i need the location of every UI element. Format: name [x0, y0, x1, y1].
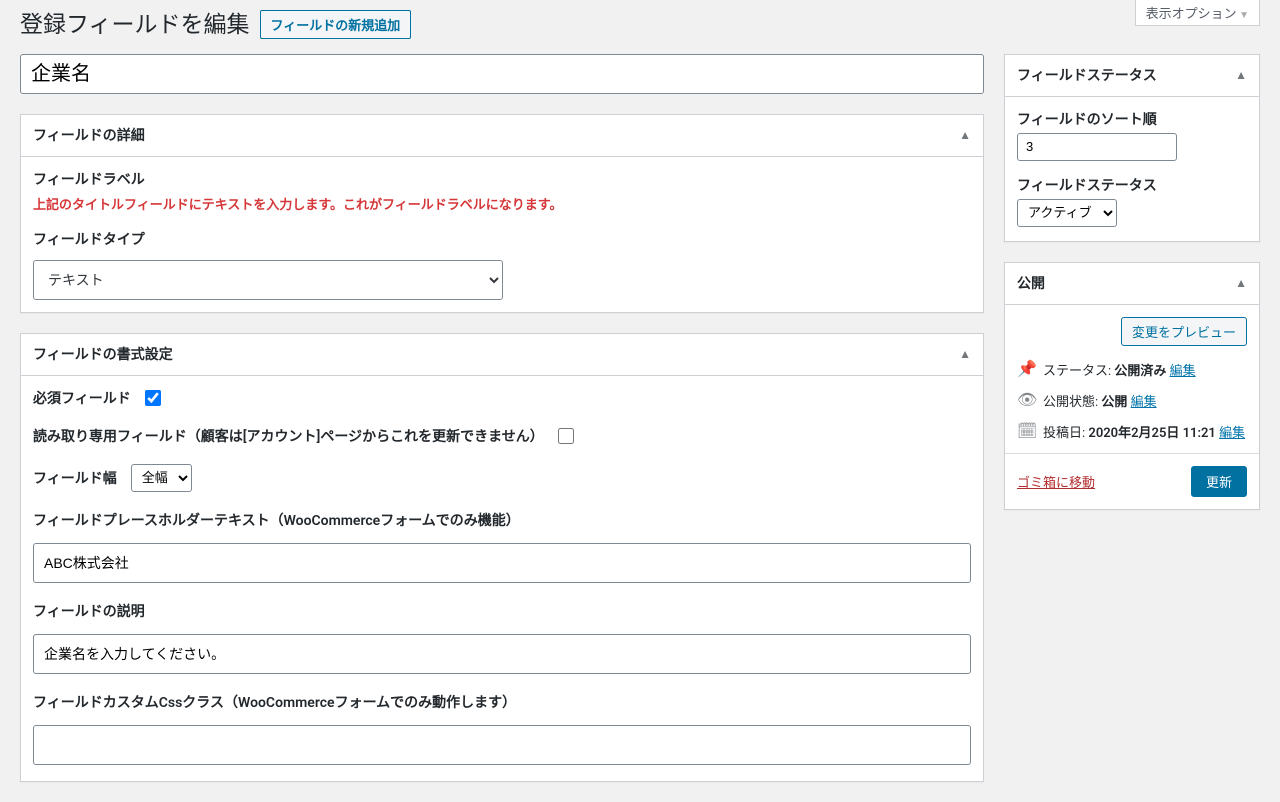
pin-icon: 📌: [1017, 361, 1035, 377]
edit-date-link[interactable]: 編集: [1219, 426, 1245, 441]
panel-field-status-heading: フィールドステータス: [1017, 65, 1157, 85]
panel-field-status: フィールドステータス ▲ フィールドのソート順 フィールドステータス アクティブ: [1004, 54, 1260, 242]
field-status-label: フィールドステータス: [1017, 175, 1247, 195]
edit-visibility-link[interactable]: 編集: [1131, 395, 1157, 410]
update-button[interactable]: 更新: [1191, 466, 1247, 497]
publish-status-value: 公開済み: [1114, 364, 1166, 379]
field-type-label: フィールドタイプ: [33, 229, 971, 249]
publish-date-value: 2020年2月25日 11:21: [1088, 426, 1215, 441]
publish-date-label: 投稿日:: [1043, 426, 1085, 441]
field-width-label: フィールド幅: [33, 468, 117, 488]
panel-field-details: フィールドの詳細 ▲ フィールドラベル 上記のタイトルフィールドにテキストを入力…: [20, 114, 984, 313]
field-status-select[interactable]: アクティブ: [1017, 199, 1117, 227]
screen-options-toggle[interactable]: 表示オプション: [1135, 0, 1260, 26]
panel-field-format: フィールドの書式設定 ▲ 必須フィールド 読み取り専用フィールド（顧客は[アカウ…: [20, 333, 984, 782]
placeholder-label: フィールドプレースホルダーテキスト（WooCommerceフォームでのみ機能）: [33, 510, 971, 530]
eye-icon: 👁: [1017, 392, 1035, 408]
css-class-label: フィールドカスタムCssクラス（WooCommerceフォームでのみ動作します）: [33, 692, 971, 712]
add-new-field-button[interactable]: フィールドの新規追加: [260, 10, 412, 39]
readonly-field-checkbox[interactable]: [558, 428, 574, 444]
page-title: 登録フィールドを編集: [20, 10, 250, 40]
preview-changes-button[interactable]: 変更をプレビュー: [1121, 317, 1247, 346]
panel-toggle-icon[interactable]: ▲: [1235, 276, 1247, 290]
panel-toggle-icon[interactable]: ▲: [1235, 68, 1247, 82]
edit-status-link[interactable]: 編集: [1170, 364, 1196, 379]
description-label: フィールドの説明: [33, 601, 971, 621]
required-field-checkbox[interactable]: [145, 390, 161, 406]
publish-visibility-label: 公開状態:: [1043, 395, 1098, 410]
calendar-icon: 🗓: [1017, 423, 1035, 439]
publish-visibility-value: 公開: [1101, 395, 1127, 410]
page-header: 登録フィールドを編集 フィールドの新規追加: [20, 10, 1260, 40]
readonly-field-label: 読み取り専用フィールド（顧客は[アカウント]ページからこれを更新できません）: [33, 426, 544, 446]
panel-field-format-heading: フィールドの書式設定: [33, 344, 173, 364]
field-label-notice: 上記のタイトルフィールドにテキストを入力します。これがフィールドラベルになります…: [33, 194, 971, 213]
description-input[interactable]: [33, 634, 971, 674]
panel-toggle-icon[interactable]: ▲: [959, 128, 971, 142]
field-title-input[interactable]: [20, 54, 984, 94]
panel-field-details-heading: フィールドの詳細: [33, 125, 145, 145]
sort-order-label: フィールドのソート順: [1017, 109, 1247, 129]
placeholder-input[interactable]: [33, 543, 971, 583]
css-class-input[interactable]: [33, 725, 971, 765]
required-field-label: 必須フィールド: [33, 388, 131, 408]
field-label-heading: フィールドラベル: [33, 169, 971, 189]
panel-publish-heading: 公開: [1017, 273, 1045, 293]
publish-status-label: ステータス:: [1043, 364, 1111, 379]
field-width-select[interactable]: 全幅: [131, 464, 192, 492]
move-to-trash-link[interactable]: ゴミ箱に移動: [1017, 472, 1095, 491]
panel-toggle-icon[interactable]: ▲: [959, 347, 971, 361]
field-type-select[interactable]: テキスト: [33, 260, 503, 300]
sort-order-input[interactable]: [1017, 133, 1177, 161]
panel-publish: 公開 ▲ 変更をプレビュー 📌 ステータス: 公開済み 編集: [1004, 262, 1260, 510]
